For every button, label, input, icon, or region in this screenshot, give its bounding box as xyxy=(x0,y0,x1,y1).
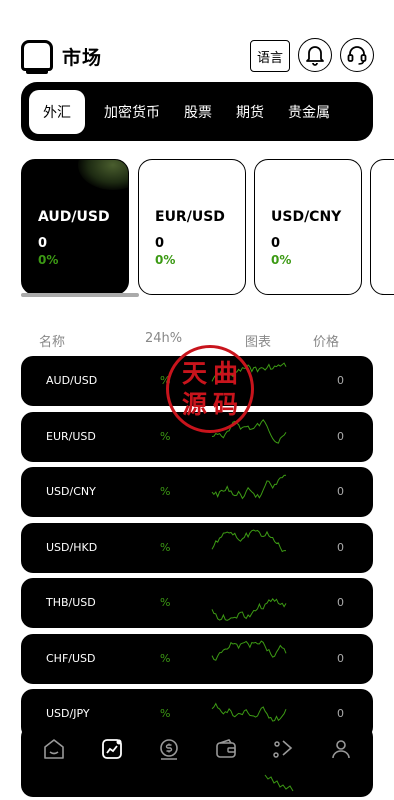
row-price: 0 xyxy=(337,596,344,609)
card-glow xyxy=(78,160,128,190)
page-title: 市场 xyxy=(62,47,103,69)
tab-precious-metals[interactable]: 贵金属 xyxy=(283,90,335,134)
sparkline-path xyxy=(211,362,287,382)
sparkline xyxy=(211,362,287,382)
market-chart-icon[interactable] xyxy=(100,737,124,761)
row-change: % xyxy=(160,541,171,554)
language-button[interactable]: 语言 xyxy=(250,40,290,72)
row-price: 0 xyxy=(337,430,344,443)
row-price: 0 xyxy=(337,541,344,554)
card-change: 0% xyxy=(155,253,176,267)
sparkline xyxy=(211,529,286,553)
share-icon[interactable] xyxy=(271,737,295,761)
row-price: 0 xyxy=(337,485,344,498)
card-price: 0 xyxy=(271,236,281,251)
featured-card-partial[interactable] xyxy=(370,159,394,295)
row-change: % xyxy=(160,485,171,498)
market-row[interactable]: THB/USD % 0 xyxy=(21,578,373,628)
row-pair: USD/JPY xyxy=(46,707,90,720)
row-pair: USD/HKD xyxy=(46,541,98,554)
category-tabs: 外汇 加密货币 股票 期货 贵金属 xyxy=(21,82,373,141)
headset-icon xyxy=(347,46,367,65)
sparkline-path xyxy=(211,418,287,444)
column-header-chart: 图表 xyxy=(245,335,272,350)
row-change: % xyxy=(160,652,171,665)
app-header: 市场 语言 xyxy=(0,0,394,80)
column-header-name: 名称 xyxy=(39,335,66,350)
bottom-nav xyxy=(21,725,373,797)
carousel-scroll-indicator xyxy=(21,293,139,297)
card-price: 0 xyxy=(38,236,48,251)
sparkline-path xyxy=(211,640,287,661)
row-pair: AUD/USD xyxy=(46,374,98,387)
featured-card[interactable]: EUR/USD 0 0% xyxy=(138,159,246,295)
featured-card[interactable]: AUD/USD 0 0% xyxy=(21,159,129,295)
featured-card[interactable]: USD/CNY 0 0% xyxy=(254,159,362,295)
tab-futures[interactable]: 期货 xyxy=(231,90,269,134)
row-pair: EUR/USD xyxy=(46,430,96,443)
row-change: % xyxy=(160,596,171,609)
row-price: 0 xyxy=(337,652,344,665)
home-icon[interactable] xyxy=(42,737,66,761)
sparkline-fragment xyxy=(264,774,294,792)
column-header-price: 价格 xyxy=(313,335,340,350)
market-row[interactable]: EUR/USD % 0 xyxy=(21,412,373,462)
row-price: 0 xyxy=(337,374,344,387)
column-header-change: 24h% xyxy=(145,331,183,346)
market-row[interactable]: CHF/USD % 0 xyxy=(21,634,373,684)
card-pair: EUR/USD xyxy=(155,209,225,225)
card-pair: AUD/USD xyxy=(38,209,110,225)
card-change: 0% xyxy=(38,253,59,267)
market-row[interactable]: USD/HKD % 0 xyxy=(21,523,373,573)
card-price: 0 xyxy=(155,236,165,251)
card-pair: USD/CNY xyxy=(271,209,342,225)
tab-forex[interactable]: 外汇 xyxy=(29,89,85,134)
card-change: 0% xyxy=(271,253,292,267)
trade-coin-icon[interactable] xyxy=(157,737,181,761)
sparkline-path xyxy=(211,529,286,553)
row-pair: USD/CNY xyxy=(46,485,96,498)
row-pair: THB/USD xyxy=(46,596,96,609)
tab-stocks[interactable]: 股票 xyxy=(179,90,217,134)
customer-service-button[interactable] xyxy=(340,38,374,72)
market-row[interactable]: USD/CNY % 0 xyxy=(21,467,373,517)
row-change: % xyxy=(160,707,171,720)
profile-icon[interactable] xyxy=(329,737,353,761)
sparkline-path xyxy=(211,597,287,621)
sparkline xyxy=(211,597,287,621)
tab-crypto[interactable]: 加密货币 xyxy=(99,90,165,134)
wallet-icon[interactable] xyxy=(214,737,238,761)
row-change: % xyxy=(160,430,171,443)
sparkline xyxy=(211,640,287,661)
row-pair: CHF/USD xyxy=(46,652,96,665)
featured-cards: AUD/USD 0 0% EUR/USD 0 0% USD/CNY 0 0% xyxy=(21,159,394,299)
notification-button[interactable] xyxy=(298,38,332,72)
sparkline xyxy=(211,474,287,500)
sparkline xyxy=(211,418,287,444)
bell-icon xyxy=(306,46,324,66)
logo-icon xyxy=(21,40,53,74)
row-price: 0 xyxy=(337,707,344,720)
market-row[interactable]: AUD/USD % 0 xyxy=(21,356,373,406)
row-change: % xyxy=(160,374,171,387)
sparkline-path xyxy=(211,702,287,722)
sparkline-path xyxy=(211,474,287,500)
